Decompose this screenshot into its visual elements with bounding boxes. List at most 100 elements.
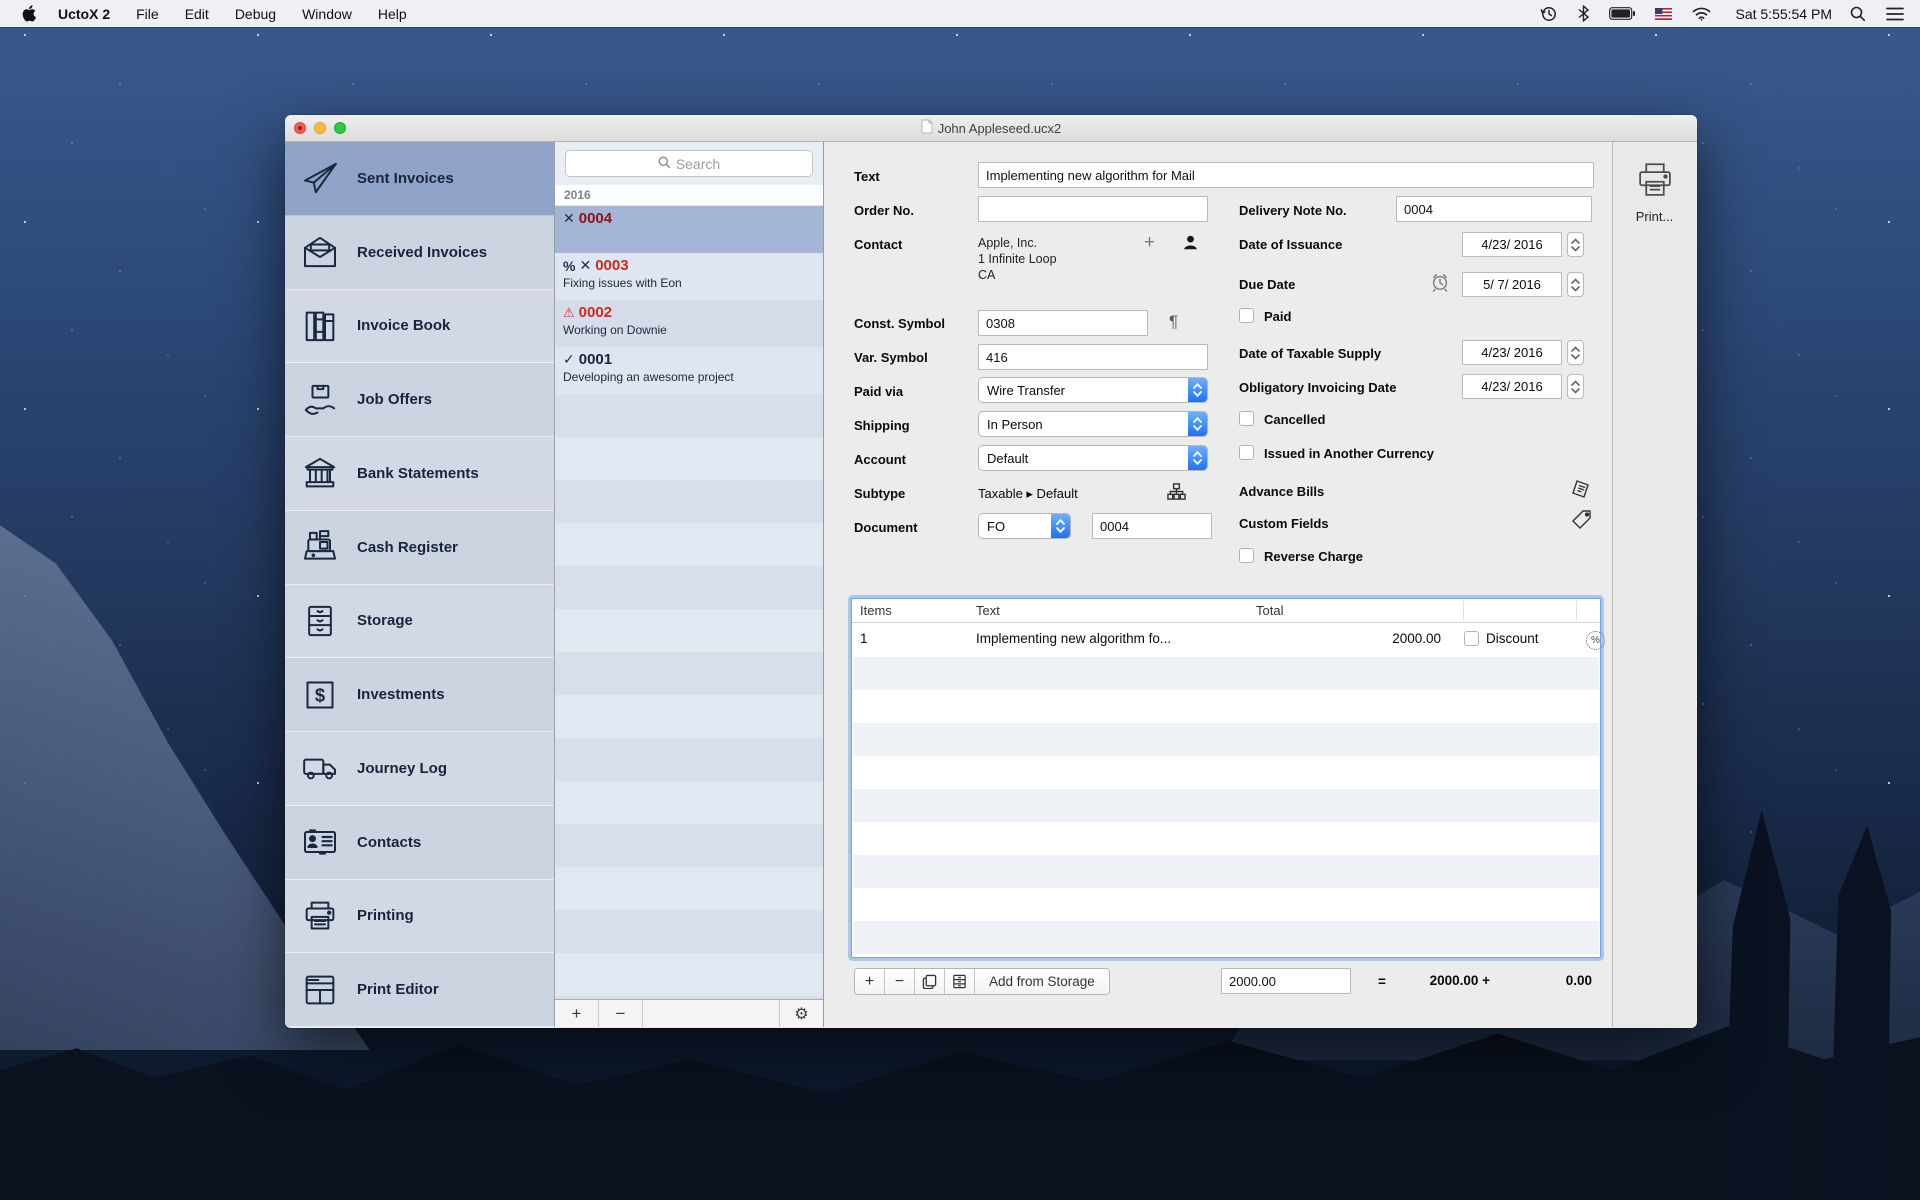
- obligatory-date-stepper[interactable]: [1567, 374, 1584, 399]
- delivery-note-field[interactable]: [1396, 196, 1592, 222]
- spotlight-icon[interactable]: [1850, 6, 1866, 22]
- amount-field[interactable]: [1221, 968, 1351, 994]
- document-number-field[interactable]: [1092, 513, 1212, 539]
- sidebar: Sent Invoices Received Invoices Invoice …: [285, 142, 555, 1027]
- sidebar-item-printing[interactable]: Printing: [285, 879, 554, 954]
- account-popup[interactable]: Default: [978, 445, 1208, 471]
- paid-via-popup[interactable]: Wire Transfer: [978, 377, 1208, 403]
- sidebar-item-contacts[interactable]: Contacts: [285, 805, 554, 880]
- bluetooth-icon[interactable]: [1578, 5, 1590, 22]
- add-invoice-button[interactable]: +: [555, 1000, 599, 1027]
- due-date-stepper[interactable]: [1567, 272, 1584, 297]
- paid-checkbox[interactable]: [1239, 308, 1254, 323]
- sidebar-item-invoice-book[interactable]: Invoice Book: [285, 289, 554, 364]
- add-from-storage-button[interactable]: Add from Storage: [975, 969, 1109, 994]
- sidebar-item-bank-statements[interactable]: Bank Statements: [285, 437, 554, 511]
- battery-icon[interactable]: [1609, 7, 1636, 20]
- app-menu-title[interactable]: UctoX 2: [58, 6, 110, 22]
- sidebar-item-investments[interactable]: $ Investments: [285, 658, 554, 732]
- invoice-row-0001[interactable]: ✓ 0001 Developing an awesome project: [555, 347, 823, 394]
- text-field[interactable]: [978, 162, 1594, 188]
- sidebar-item-sent-invoices[interactable]: Sent Invoices: [285, 142, 554, 216]
- menu-clock[interactable]: Sat 5:55:54 PM: [1735, 6, 1832, 22]
- discount-checkbox[interactable]: [1464, 631, 1479, 646]
- menu-file[interactable]: File: [136, 6, 159, 22]
- menu-help[interactable]: Help: [378, 6, 407, 22]
- hierarchy-icon[interactable]: [1167, 482, 1186, 504]
- remove-item-button[interactable]: −: [885, 969, 915, 994]
- invoice-row-0004[interactable]: ✕ 0004: [555, 206, 823, 253]
- subtype-value[interactable]: Taxable ▸ Default: [978, 486, 1078, 502]
- duplicate-item-icon[interactable]: [915, 969, 945, 994]
- printer-icon: [299, 895, 341, 937]
- date-of-issuance-field[interactable]: 4/23/ 2016: [1462, 232, 1562, 257]
- zoom-button[interactable]: [334, 122, 346, 134]
- alarm-clock-icon[interactable]: [1430, 272, 1450, 295]
- search-input[interactable]: Search: [565, 150, 813, 177]
- issued-another-currency-checkbox[interactable]: [1239, 445, 1254, 460]
- apple-menu-icon[interactable]: [21, 5, 36, 22]
- cancelled-checkbox[interactable]: [1239, 411, 1254, 426]
- items-table[interactable]: Items Text Total 1 Implementing new algo…: [851, 598, 1605, 958]
- receipt-icon[interactable]: [1569, 478, 1591, 503]
- storage-grid-icon[interactable]: [945, 969, 975, 994]
- document-type-popup[interactable]: FO: [978, 513, 1071, 539]
- print-icon[interactable]: [1634, 160, 1676, 205]
- popup-arrows-icon: [1051, 514, 1070, 538]
- invoice-row-0003[interactable]: % ✕ 0003 Fixing issues with Eon: [555, 253, 823, 300]
- item-total: 2000.00: [1392, 631, 1441, 646]
- invoice-detail-panel: Text Order No. Delivery Note No. Contact…: [824, 142, 1612, 1027]
- invoice-number: 0004: [578, 210, 613, 227]
- remove-invoice-button[interactable]: −: [599, 1000, 643, 1027]
- popup-arrows-icon: [1188, 412, 1207, 436]
- warning-icon: ⚠: [563, 304, 575, 320]
- items-toolbar: + − Add from Storage: [854, 968, 1110, 995]
- person-icon[interactable]: [1182, 234, 1199, 254]
- pilcrow-icon[interactable]: ¶: [1169, 312, 1178, 332]
- time-machine-icon[interactable]: [1540, 5, 1558, 23]
- close-button[interactable]: [294, 122, 306, 134]
- contact-card-icon: [299, 821, 341, 863]
- search-icon: [658, 155, 671, 172]
- percent-badge-icon[interactable]: %: [1586, 631, 1605, 650]
- add-contact-icon[interactable]: +: [1144, 232, 1155, 254]
- due-date-field[interactable]: 5/ 7/ 2016: [1462, 272, 1562, 297]
- taxable-supply-stepper[interactable]: [1567, 340, 1584, 365]
- gear-icon[interactable]: ⚙: [779, 1000, 823, 1027]
- sidebar-item-storage[interactable]: Storage: [285, 584, 554, 659]
- input-language-flag-icon[interactable]: [1655, 7, 1673, 20]
- cash-register-icon: [299, 526, 341, 568]
- notification-center-icon[interactable]: [1886, 7, 1904, 21]
- order-no-field[interactable]: [978, 196, 1208, 222]
- menu-edit[interactable]: Edit: [185, 6, 209, 22]
- tag-icon[interactable]: [1571, 509, 1593, 534]
- const-symbol-field[interactable]: [978, 310, 1148, 336]
- issued-another-currency-label: Issued in Another Currency: [1264, 446, 1434, 461]
- list-empty-area: [555, 394, 823, 999]
- date-of-issuance-stepper[interactable]: [1567, 232, 1584, 257]
- sidebar-item-print-editor[interactable]: Print Editor: [285, 953, 554, 1027]
- shipping-popup[interactable]: In Person: [978, 411, 1208, 437]
- menu-window[interactable]: Window: [302, 6, 352, 22]
- obligatory-date-field[interactable]: 4/23/ 2016: [1462, 374, 1562, 399]
- popup-arrows-icon: [1188, 446, 1207, 470]
- wifi-icon[interactable]: [1692, 7, 1711, 21]
- var-symbol-field[interactable]: [978, 344, 1208, 370]
- reverse-charge-checkbox[interactable]: [1239, 548, 1254, 563]
- sidebar-item-journey-log[interactable]: Journey Log: [285, 732, 554, 806]
- sidebar-item-job-offers[interactable]: Job Offers: [285, 363, 554, 437]
- item-row[interactable]: 1 Implementing new algorithm fo... 2000.…: [852, 623, 1605, 656]
- taxable-supply-field[interactable]: 4/23/ 2016: [1462, 340, 1562, 365]
- minimize-button[interactable]: [314, 122, 326, 134]
- menu-debug[interactable]: Debug: [235, 6, 276, 22]
- bank-icon: [299, 452, 341, 494]
- title-bar[interactable]: John Appleseed.ucx2: [285, 115, 1697, 142]
- sidebar-item-cash-register[interactable]: Cash Register: [285, 510, 554, 585]
- add-item-button[interactable]: +: [855, 969, 885, 994]
- sidebar-item-received-invoices[interactable]: Received Invoices: [285, 215, 554, 290]
- percent-icon: %: [563, 257, 576, 274]
- menu-bar: UctoX 2 File Edit Debug Window Help Sat …: [0, 0, 1920, 27]
- contact-value: Apple, Inc. 1 Infinite Loop CA: [978, 236, 1057, 282]
- print-button[interactable]: Print...: [1636, 209, 1674, 224]
- invoice-row-0002[interactable]: ⚠ 0002 Working on Downie: [555, 300, 823, 347]
